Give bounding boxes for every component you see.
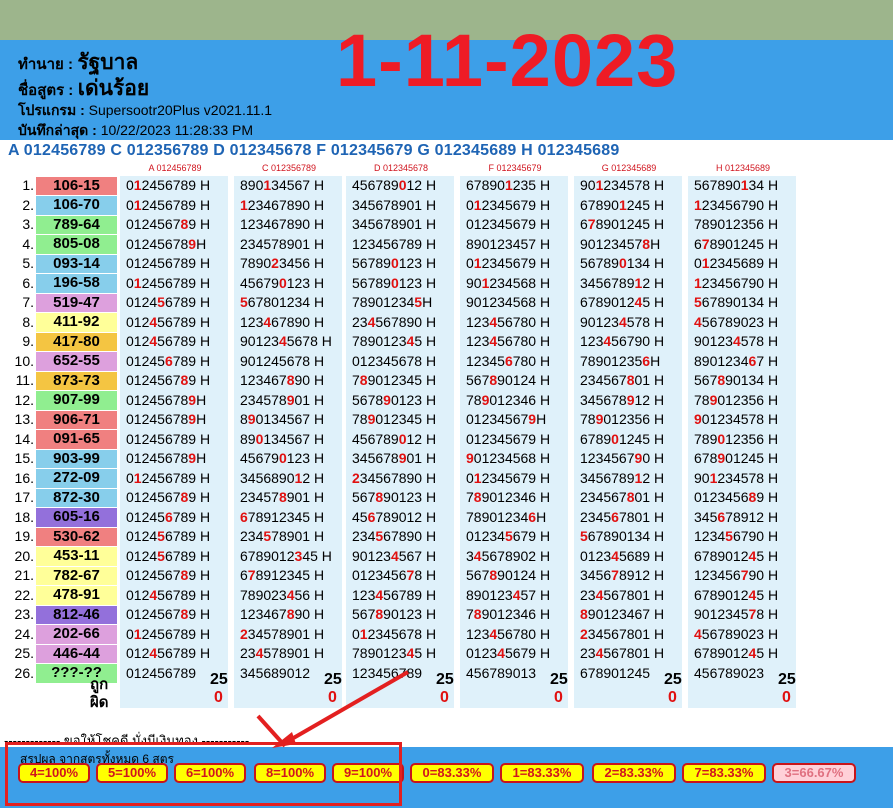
red-arrow-icon (256, 670, 409, 748)
